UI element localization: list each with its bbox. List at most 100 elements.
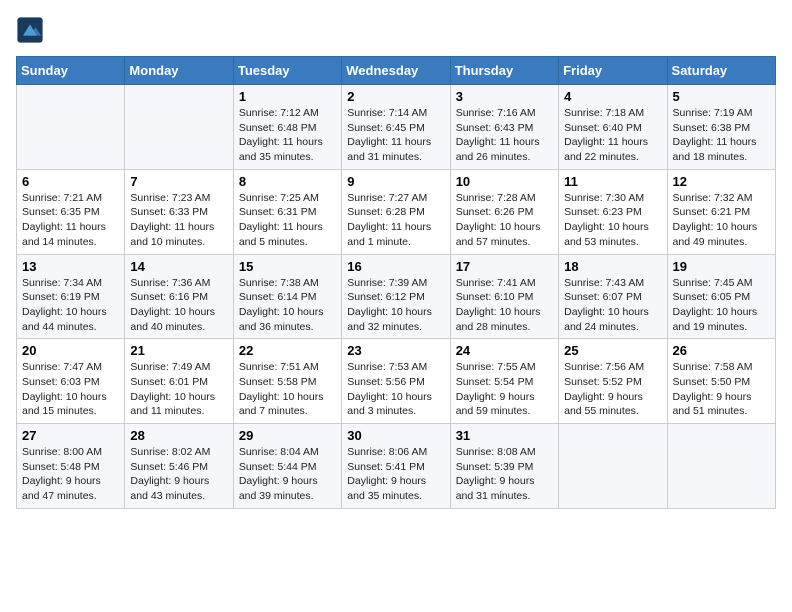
calendar-week-3: 13 Sunrise: 7:34 AM Sunset: 6:19 PM Dayli… xyxy=(17,254,776,339)
calendar-cell: 22 Sunrise: 7:51 AM Sunset: 5:58 PM Dayli… xyxy=(233,339,341,424)
day-number: 19 xyxy=(673,259,770,274)
calendar-week-5: 27 Sunrise: 8:00 AM Sunset: 5:48 PM Dayli… xyxy=(17,424,776,509)
calendar-cell: 16 Sunrise: 7:39 AM Sunset: 6:12 PM Dayli… xyxy=(342,254,450,339)
day-info: Sunrise: 7:36 AM Sunset: 6:16 PM Dayligh… xyxy=(130,276,227,335)
calendar-cell: 18 Sunrise: 7:43 AM Sunset: 6:07 PM Dayli… xyxy=(559,254,667,339)
calendar-cell: 13 Sunrise: 7:34 AM Sunset: 6:19 PM Dayli… xyxy=(17,254,125,339)
calendar-cell xyxy=(125,85,233,170)
day-number: 1 xyxy=(239,89,336,104)
calendar-cell: 2Sunrise: 7:14 AM Sunset: 6:45 PM Daylig… xyxy=(342,85,450,170)
day-number: 12 xyxy=(673,174,770,189)
calendar-cell: 5 Sunrise: 7:19 AM Sunset: 6:38 PM Daylig… xyxy=(667,85,775,170)
day-number: 2 xyxy=(347,89,444,104)
day-number: 9 xyxy=(347,174,444,189)
calendar-cell: 20Sunrise: 7:47 AM Sunset: 6:03 PM Dayli… xyxy=(17,339,125,424)
day-number: 18 xyxy=(564,259,661,274)
calendar-cell: 6 Sunrise: 7:21 AM Sunset: 6:35 PM Daylig… xyxy=(17,169,125,254)
calendar-cell: 21 Sunrise: 7:49 AM Sunset: 6:01 PM Dayli… xyxy=(125,339,233,424)
day-number: 7 xyxy=(130,174,227,189)
day-info: Sunrise: 7:12 AM Sunset: 6:48 PM Dayligh… xyxy=(239,106,336,165)
day-number: 22 xyxy=(239,343,336,358)
day-info: Sunrise: 7:41 AM Sunset: 6:10 PM Dayligh… xyxy=(456,276,553,335)
day-number: 6 xyxy=(22,174,119,189)
day-info: Sunrise: 7:47 AM Sunset: 6:03 PM Dayligh… xyxy=(22,360,119,419)
day-info: Sunrise: 7:34 AM Sunset: 6:19 PM Dayligh… xyxy=(22,276,119,335)
calendar-cell: 17 Sunrise: 7:41 AM Sunset: 6:10 PM Dayli… xyxy=(450,254,558,339)
day-number: 24 xyxy=(456,343,553,358)
calendar-cell: 31 Sunrise: 8:08 AM Sunset: 5:39 PM Dayli… xyxy=(450,424,558,509)
day-info: Sunrise: 8:08 AM Sunset: 5:39 PM Dayligh… xyxy=(456,445,553,504)
calendar-cell: 28 Sunrise: 8:02 AM Sunset: 5:46 PM Dayli… xyxy=(125,424,233,509)
day-number: 31 xyxy=(456,428,553,443)
day-number: 28 xyxy=(130,428,227,443)
header-tuesday: Tuesday xyxy=(233,57,341,85)
day-info: Sunrise: 7:16 AM Sunset: 6:43 PM Dayligh… xyxy=(456,106,553,165)
calendar-cell: 7 Sunrise: 7:23 AM Sunset: 6:33 PM Daylig… xyxy=(125,169,233,254)
day-number: 29 xyxy=(239,428,336,443)
day-info: Sunrise: 7:18 AM Sunset: 6:40 PM Dayligh… xyxy=(564,106,661,165)
day-number: 21 xyxy=(130,343,227,358)
calendar-cell xyxy=(667,424,775,509)
day-number: 4 xyxy=(564,89,661,104)
day-info: Sunrise: 7:53 AM Sunset: 5:56 PM Dayligh… xyxy=(347,360,444,419)
logo xyxy=(16,16,48,44)
calendar-header-row: SundayMondayTuesdayWednesdayThursdayFrid… xyxy=(17,57,776,85)
day-number: 15 xyxy=(239,259,336,274)
header-sunday: Sunday xyxy=(17,57,125,85)
day-info: Sunrise: 7:27 AM Sunset: 6:28 PM Dayligh… xyxy=(347,191,444,250)
day-number: 30 xyxy=(347,428,444,443)
day-info: Sunrise: 7:58 AM Sunset: 5:50 PM Dayligh… xyxy=(673,360,770,419)
day-info: Sunrise: 7:21 AM Sunset: 6:35 PM Dayligh… xyxy=(22,191,119,250)
calendar-cell xyxy=(17,85,125,170)
day-number: 26 xyxy=(673,343,770,358)
day-info: Sunrise: 8:02 AM Sunset: 5:46 PM Dayligh… xyxy=(130,445,227,504)
calendar-cell xyxy=(559,424,667,509)
calendar-cell: 15 Sunrise: 7:38 AM Sunset: 6:14 PM Dayli… xyxy=(233,254,341,339)
calendar-cell: 12 Sunrise: 7:32 AM Sunset: 6:21 PM Dayli… xyxy=(667,169,775,254)
day-info: Sunrise: 7:45 AM Sunset: 6:05 PM Dayligh… xyxy=(673,276,770,335)
day-number: 14 xyxy=(130,259,227,274)
day-info: Sunrise: 7:19 AM Sunset: 6:38 PM Dayligh… xyxy=(673,106,770,165)
calendar-cell: 4 Sunrise: 7:18 AM Sunset: 6:40 PM Daylig… xyxy=(559,85,667,170)
day-info: Sunrise: 7:30 AM Sunset: 6:23 PM Dayligh… xyxy=(564,191,661,250)
day-info: Sunrise: 7:51 AM Sunset: 5:58 PM Dayligh… xyxy=(239,360,336,419)
day-number: 27 xyxy=(22,428,119,443)
calendar-cell: 3 Sunrise: 7:16 AM Sunset: 6:43 PM Daylig… xyxy=(450,85,558,170)
calendar-cell: 14 Sunrise: 7:36 AM Sunset: 6:16 PM Dayli… xyxy=(125,254,233,339)
day-number: 16 xyxy=(347,259,444,274)
calendar-cell: 1 Sunrise: 7:12 AM Sunset: 6:48 PM Daylig… xyxy=(233,85,341,170)
header-friday: Friday xyxy=(559,57,667,85)
day-info: Sunrise: 7:43 AM Sunset: 6:07 PM Dayligh… xyxy=(564,276,661,335)
day-number: 5 xyxy=(673,89,770,104)
day-number: 13 xyxy=(22,259,119,274)
calendar-cell: 26 Sunrise: 7:58 AM Sunset: 5:50 PM Dayli… xyxy=(667,339,775,424)
day-info: Sunrise: 7:38 AM Sunset: 6:14 PM Dayligh… xyxy=(239,276,336,335)
day-number: 10 xyxy=(456,174,553,189)
logo-icon xyxy=(16,16,44,44)
day-info: Sunrise: 7:56 AM Sunset: 5:52 PM Dayligh… xyxy=(564,360,661,419)
day-info: Sunrise: 7:55 AM Sunset: 5:54 PM Dayligh… xyxy=(456,360,553,419)
day-info: Sunrise: 7:28 AM Sunset: 6:26 PM Dayligh… xyxy=(456,191,553,250)
calendar-cell: 23Sunrise: 7:53 AM Sunset: 5:56 PM Dayli… xyxy=(342,339,450,424)
day-info: Sunrise: 7:32 AM Sunset: 6:21 PM Dayligh… xyxy=(673,191,770,250)
calendar-cell: 11Sunrise: 7:30 AM Sunset: 6:23 PM Dayli… xyxy=(559,169,667,254)
header-wednesday: Wednesday xyxy=(342,57,450,85)
calendar-table: SundayMondayTuesdayWednesdayThursdayFrid… xyxy=(16,56,776,509)
day-number: 3 xyxy=(456,89,553,104)
day-info: Sunrise: 7:39 AM Sunset: 6:12 PM Dayligh… xyxy=(347,276,444,335)
day-info: Sunrise: 7:49 AM Sunset: 6:01 PM Dayligh… xyxy=(130,360,227,419)
day-number: 17 xyxy=(456,259,553,274)
day-number: 8 xyxy=(239,174,336,189)
day-info: Sunrise: 7:23 AM Sunset: 6:33 PM Dayligh… xyxy=(130,191,227,250)
calendar-week-4: 20Sunrise: 7:47 AM Sunset: 6:03 PM Dayli… xyxy=(17,339,776,424)
page-header xyxy=(16,16,776,44)
day-info: Sunrise: 8:00 AM Sunset: 5:48 PM Dayligh… xyxy=(22,445,119,504)
header-saturday: Saturday xyxy=(667,57,775,85)
header-monday: Monday xyxy=(125,57,233,85)
calendar-cell: 19 Sunrise: 7:45 AM Sunset: 6:05 PM Dayli… xyxy=(667,254,775,339)
calendar-week-1: 1 Sunrise: 7:12 AM Sunset: 6:48 PM Daylig… xyxy=(17,85,776,170)
day-info: Sunrise: 8:04 AM Sunset: 5:44 PM Dayligh… xyxy=(239,445,336,504)
day-info: Sunrise: 8:06 AM Sunset: 5:41 PM Dayligh… xyxy=(347,445,444,504)
day-info: Sunrise: 7:25 AM Sunset: 6:31 PM Dayligh… xyxy=(239,191,336,250)
header-thursday: Thursday xyxy=(450,57,558,85)
